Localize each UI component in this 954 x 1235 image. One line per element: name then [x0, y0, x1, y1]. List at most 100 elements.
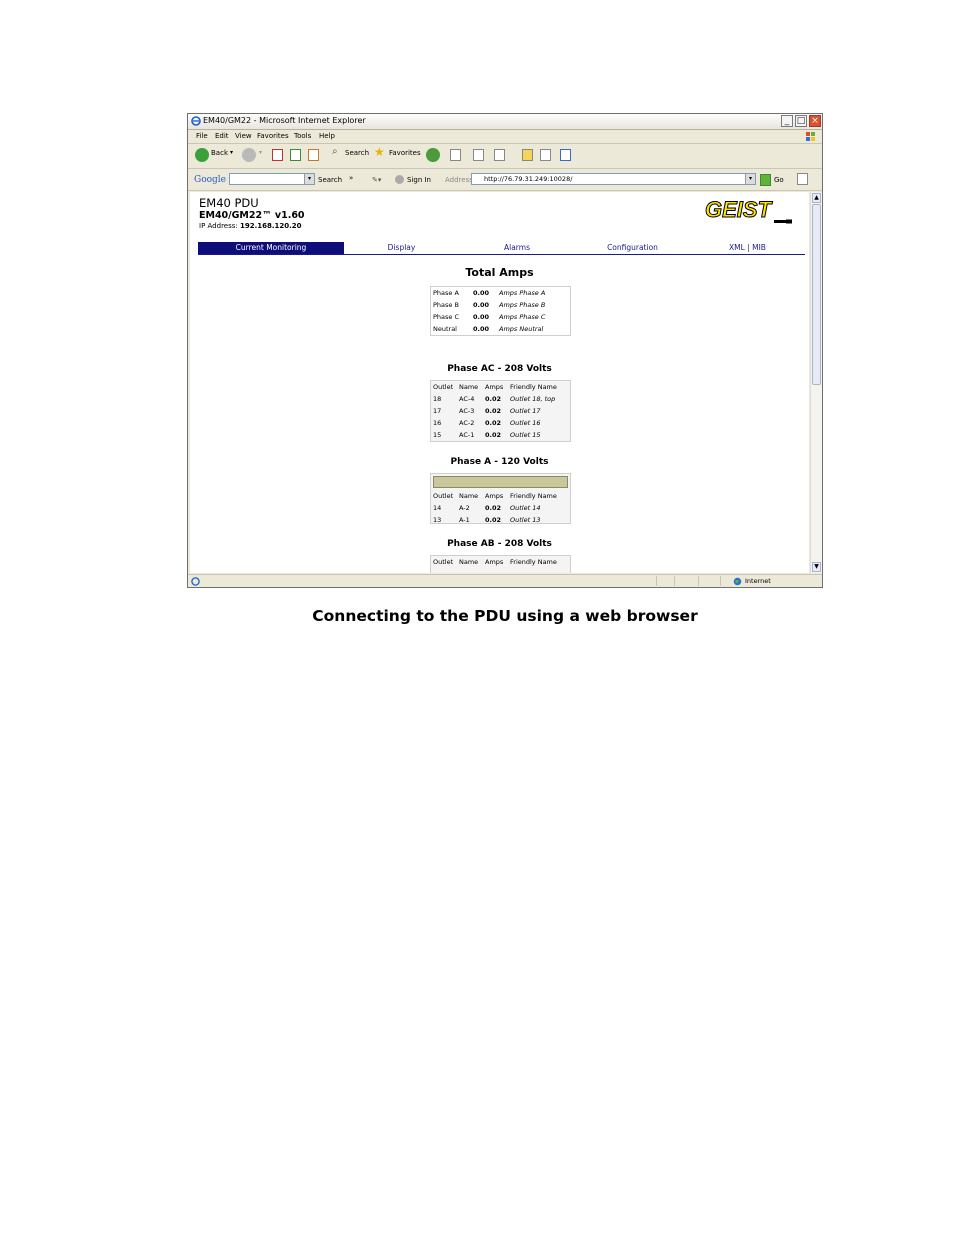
status-divider — [698, 576, 699, 586]
table-row: 13 A-1 0.02 Outlet 13 — [433, 516, 541, 524]
status-divider — [674, 576, 675, 586]
menu-help[interactable]: Help — [319, 132, 335, 140]
firmware-version: EM40/GM22™ v1.60 — [199, 210, 305, 221]
vertical-scrollbar[interactable]: ▲ ▼ — [810, 192, 822, 573]
table-row: 16 AC-2 0.02 Outlet 16 — [433, 419, 541, 427]
menu-bar: File Edit View Favorites Tools Help — [188, 130, 822, 144]
mail-icon[interactable] — [450, 149, 461, 161]
history-icon[interactable] — [426, 148, 440, 162]
table-header: Outlet Name Amps Friendly Name — [433, 492, 557, 500]
phase-ab-table: Outlet Name Amps Friendly Name — [430, 555, 571, 573]
google-toolbar: Google ▾ Search » ✎▾ Sign In Address htt… — [188, 170, 822, 191]
url-text: http://76.79.31.249:10028/ — [484, 175, 573, 183]
google-search-input[interactable]: ▾ — [229, 173, 315, 185]
security-zone: Internet — [745, 577, 771, 585]
scroll-up-icon[interactable]: ▲ — [812, 193, 821, 203]
wrench-icon[interactable]: ✎▾ — [372, 176, 381, 184]
window-title: EM40/GM22 - Microsoft Internet Explorer — [203, 116, 366, 125]
phase-ab-title: Phase AB - 208 Volts — [447, 539, 552, 549]
back-arrow-icon[interactable] — [195, 148, 209, 162]
total-amps-table: Phase A 0.00 Amps Phase A Phase B 0.00 Amps … — [430, 286, 571, 336]
scroll-down-icon[interactable]: ▼ — [812, 562, 821, 572]
tab-xml-mib[interactable]: XML | MIB — [690, 242, 805, 254]
google-search-button[interactable]: Search — [318, 176, 342, 184]
forward-arrow-icon[interactable] — [242, 148, 256, 162]
phase-ac-title: Phase AC - 208 Volts — [447, 364, 552, 374]
edit-icon[interactable] — [494, 149, 505, 161]
svg-text:GEIST: GEIST — [705, 197, 773, 222]
globe-icon — [733, 577, 742, 586]
more-chevrons-icon[interactable]: » — [349, 174, 353, 182]
menu-file[interactable]: File — [196, 132, 208, 140]
phase-ac-table: Outlet Name Amps Friendly Name 18 AC-4 0.02 Ou… — [430, 380, 571, 442]
messenger-icon[interactable] — [560, 149, 571, 161]
ip-address: IP Address: 192.168.120.20 — [199, 222, 302, 230]
address-input[interactable]: http://76.79.31.249:10028/ ▾ — [471, 173, 756, 185]
address-dropdown-icon[interactable]: ▾ — [745, 174, 755, 184]
page-content: EM40 PDU EM40/GM22™ v1.60 IP Address: 19… — [190, 192, 809, 573]
geist-logo: GEIST — [705, 197, 792, 224]
chevron-down-icon[interactable]: ▾ — [304, 174, 314, 184]
ip-label: IP Address: — [199, 222, 238, 230]
table-row: 15 AC-1 0.02 Outlet 15 — [433, 431, 541, 439]
search-icon[interactable]: ⌕ — [332, 146, 338, 157]
favorites-button-label[interactable]: Favorites — [389, 149, 421, 157]
discuss-icon[interactable] — [522, 149, 533, 161]
product-title: EM40 PDU — [199, 196, 259, 210]
title-bar: EM40/GM22 - Microsoft Internet Explorer … — [188, 114, 822, 130]
tab-display[interactable]: Display — [344, 242, 459, 254]
table-row: Phase C 0.00 Amps Phase C — [433, 313, 546, 321]
stop-icon[interactable] — [272, 149, 283, 161]
browser-window: EM40/GM22 - Microsoft Internet Explorer … — [187, 113, 823, 588]
ip-value: 192.168.120.20 — [239, 222, 302, 230]
table-row: 18 AC-4 0.02 Outlet 18, top — [433, 395, 556, 403]
sign-in-button[interactable]: Sign In — [407, 176, 431, 184]
tab-alarms[interactable]: Alarms — [459, 242, 575, 254]
scroll-thumb[interactable] — [812, 204, 821, 385]
table-row: 14 A-2 0.02 Outlet 14 — [433, 504, 541, 512]
phase-a-table: Outlet Name Amps Friendly Name 14 A-2 0.02 Out… — [430, 473, 571, 524]
total-amps-title: Total Amps — [465, 266, 534, 279]
forward-dropdown-icon[interactable]: ▾ — [259, 149, 262, 156]
sign-in-icon — [395, 175, 404, 184]
status-divider — [720, 576, 721, 586]
table-row: 17 AC-3 0.02 Outlet 17 — [433, 407, 541, 415]
menu-view[interactable]: View — [235, 132, 252, 140]
minimize-button[interactable]: _ — [781, 115, 793, 127]
ie-icon — [191, 116, 201, 126]
status-bar: Internet — [188, 574, 822, 587]
research-icon[interactable] — [540, 149, 551, 161]
favorites-star-icon[interactable]: ★ — [374, 145, 385, 159]
page-status-icon — [191, 577, 200, 586]
status-divider — [656, 576, 657, 586]
search-button-label[interactable]: Search — [345, 149, 369, 157]
menu-favorites[interactable]: Favorites — [257, 132, 289, 140]
go-button[interactable]: Go — [774, 176, 784, 184]
back-dropdown-icon[interactable]: ▾ — [230, 149, 233, 156]
address-label: Address — [445, 176, 473, 184]
phase-a-bar — [433, 476, 568, 488]
phase-a-title: Phase A - 120 Volts — [450, 457, 549, 467]
refresh-icon[interactable] — [290, 149, 301, 161]
back-button-label[interactable]: Back — [211, 149, 228, 157]
table-header: Outlet Name Amps Friendly Name — [433, 558, 557, 566]
maximize-button[interactable]: □ — [795, 115, 807, 127]
table-row: Neutral 0.00 Amps Neutral — [433, 325, 544, 333]
tab-configuration[interactable]: Configuration — [575, 242, 690, 254]
table-row: Phase A 0.00 Amps Phase A — [433, 289, 546, 297]
menu-tools[interactable]: Tools — [294, 132, 311, 140]
toolbar-options-icon[interactable] — [797, 173, 808, 185]
table-row: Phase B 0.00 Amps Phase B — [433, 301, 546, 309]
figure-caption: Connecting to the PDU using a web browse… — [312, 607, 698, 625]
google-logo: Google — [194, 175, 226, 185]
go-arrow-icon[interactable] — [760, 174, 771, 186]
tab-current-monitoring[interactable]: Current Monitoring — [198, 242, 344, 254]
standard-toolbar: Back ▾ ▾ ⌕ Search ★ Favorites — [188, 144, 822, 169]
windows-flag-icon — [806, 132, 815, 141]
table-header: Outlet Name Amps Friendly Name — [433, 383, 557, 391]
menu-edit[interactable]: Edit — [215, 132, 229, 140]
home-icon[interactable] — [308, 149, 319, 161]
print-icon[interactable] — [473, 149, 484, 161]
main-nav: Current Monitoring Display Alarms Config… — [198, 242, 805, 255]
close-button[interactable]: × — [809, 115, 821, 127]
